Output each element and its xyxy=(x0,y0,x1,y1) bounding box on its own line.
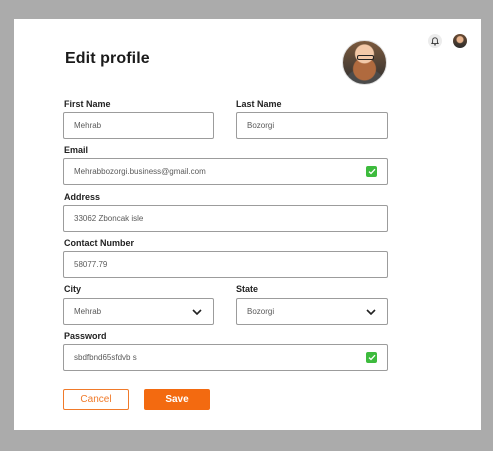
last-name-field[interactable]: Bozorgi xyxy=(236,112,388,139)
save-button[interactable]: Save xyxy=(144,389,210,410)
bell-icon xyxy=(431,36,439,46)
email-label: Email xyxy=(64,145,89,155)
profile-avatar[interactable] xyxy=(342,40,387,85)
city-select[interactable]: Mehrab xyxy=(63,298,214,325)
first-name-field[interactable]: Mehrab xyxy=(63,112,214,139)
page-title: Edit profile xyxy=(65,50,150,67)
state-label: State xyxy=(236,284,259,294)
password-label: Password xyxy=(64,331,107,341)
address-value: 33062 Zboncak isle xyxy=(74,214,144,223)
address-label: Address xyxy=(64,192,101,202)
contact-number-label: Contact Number xyxy=(64,238,135,248)
contact-number-field[interactable]: 58077.79 xyxy=(63,251,388,278)
check-icon xyxy=(366,166,377,177)
user-avatar-small[interactable] xyxy=(453,34,467,48)
state-select[interactable]: Bozorgi xyxy=(236,298,388,325)
first-name-value: Mehrab xyxy=(74,121,102,130)
first-name-label: First Name xyxy=(64,99,111,109)
password-value: sbdfbnd65sfdvb s xyxy=(74,353,137,362)
chevron-down-icon xyxy=(365,306,377,318)
cancel-button[interactable]: Cancel xyxy=(63,389,129,410)
address-field[interactable]: 33062 Zboncak isle xyxy=(63,205,388,232)
last-name-value: Bozorgi xyxy=(247,121,275,130)
notification-button[interactable] xyxy=(428,34,442,48)
last-name-label: Last Name xyxy=(236,99,282,109)
state-value: Bozorgi xyxy=(247,307,275,316)
email-field[interactable]: Mehrabbozorgi.business@gmail.com xyxy=(63,158,388,185)
city-label: City xyxy=(64,284,82,294)
email-value: Mehrabbozorgi.business@gmail.com xyxy=(74,167,206,176)
city-value: Mehrab xyxy=(74,307,102,316)
chevron-down-icon xyxy=(191,306,203,318)
password-field[interactable]: sbdfbnd65sfdvb s xyxy=(63,344,388,371)
contact-number-value: 58077.79 xyxy=(74,260,108,269)
edit-profile-panel: Edit profile First Name Mehrab Last Name… xyxy=(14,19,481,430)
check-icon xyxy=(366,352,377,363)
